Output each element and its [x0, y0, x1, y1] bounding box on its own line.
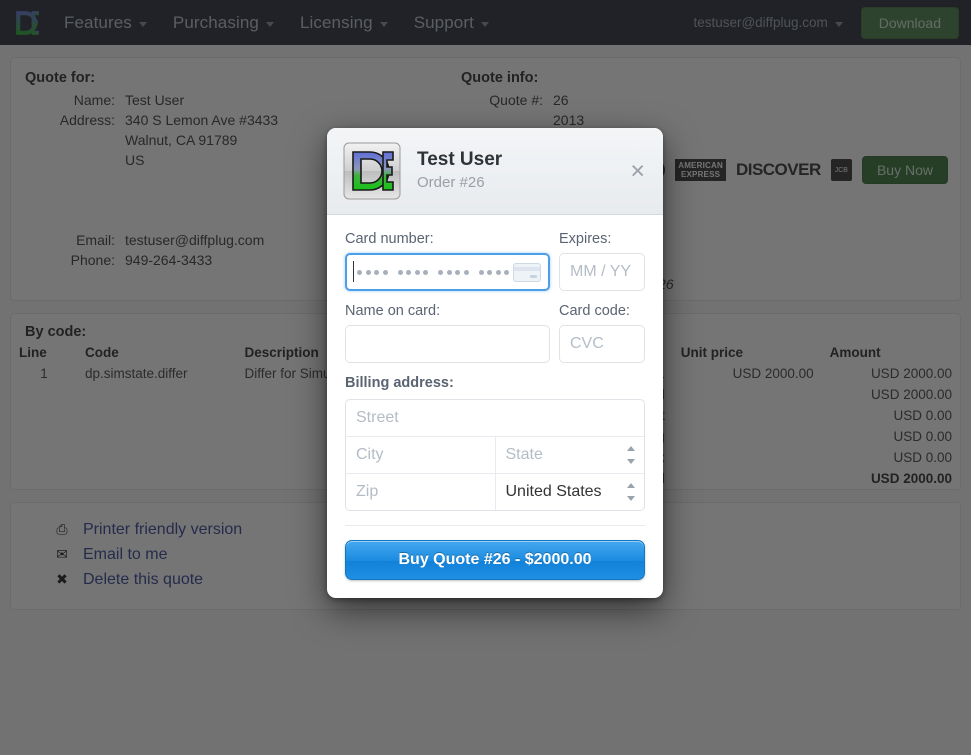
- country-stepper-icon[interactable]: [627, 483, 636, 501]
- state-cell: [494, 437, 644, 473]
- modal-footer: Buy Quote #26 - $2000.00: [327, 526, 663, 598]
- text-caret: [353, 261, 354, 282]
- city-state-row: [346, 436, 644, 473]
- card-number-label: Card number:: [345, 231, 434, 247]
- name-on-card-group: Name on card:: [345, 303, 550, 363]
- expires-input[interactable]: [559, 253, 645, 291]
- country-select[interactable]: [495, 474, 644, 510]
- name-on-card-input[interactable]: [345, 325, 550, 363]
- card-code-label: Card code:: [559, 303, 630, 319]
- checkout-modal: Test User Order #26 × Card number: Expir…: [327, 128, 663, 598]
- city-cell: [346, 437, 495, 473]
- street-row: [346, 400, 644, 436]
- state-stepper-icon[interactable]: [627, 446, 636, 464]
- card-code-input[interactable]: [559, 325, 645, 363]
- card-number-group: Card number:: [345, 231, 550, 291]
- billing-address-grid: [345, 399, 645, 511]
- city-input[interactable]: [346, 437, 495, 473]
- modal-body: Card number: Expires: MM / YY Name on ca…: [327, 215, 663, 526]
- credit-card-icon: [513, 263, 541, 282]
- modal-header: Test User Order #26 ×: [327, 128, 663, 215]
- zip-country-row: [346, 473, 644, 510]
- card-code-group: Card code:: [559, 303, 645, 363]
- card-number-wrapper: [345, 253, 550, 291]
- expires-label: Expires:: [559, 231, 612, 247]
- card-number-row: Card number: Expires:: [345, 231, 645, 291]
- zip-cell: [346, 474, 495, 510]
- modal-title: Test User: [417, 149, 503, 170]
- expires-group: Expires:: [559, 231, 645, 291]
- modal-title-group: Test User Order #26: [417, 149, 628, 193]
- street-input[interactable]: [346, 400, 644, 436]
- buy-quote-button[interactable]: Buy Quote #26 - $2000.00: [345, 540, 645, 580]
- billing-address-label: Billing address:: [345, 375, 454, 391]
- diffplug-logo-icon: [343, 142, 401, 200]
- modal-subtitle: Order #26: [417, 174, 485, 191]
- name-cvc-row: Name on card: Card code:: [345, 303, 645, 363]
- street-cell: [346, 400, 644, 436]
- close-icon[interactable]: ×: [628, 159, 647, 184]
- state-select[interactable]: [495, 437, 644, 473]
- country-cell: [494, 474, 644, 510]
- name-on-card-label: Name on card:: [345, 303, 441, 319]
- zip-input[interactable]: [346, 474, 495, 510]
